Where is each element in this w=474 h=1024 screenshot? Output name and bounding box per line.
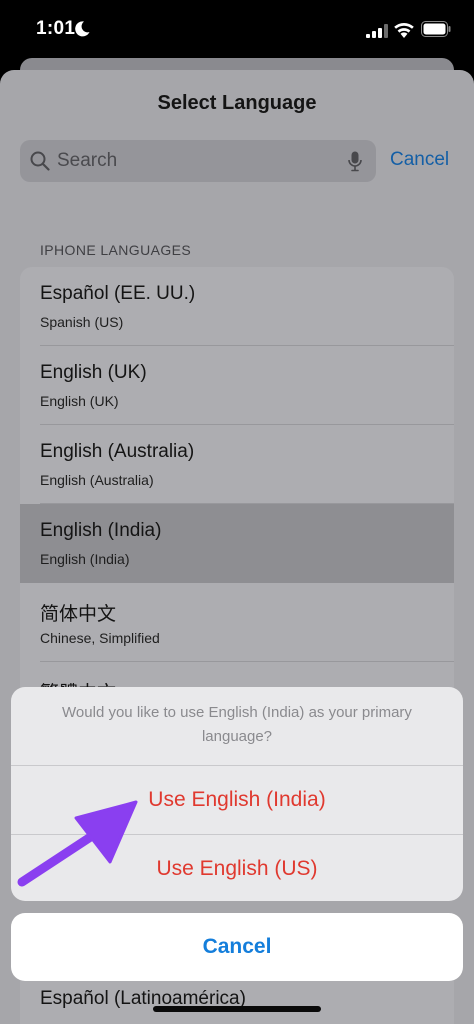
language-row-chinese-simplified[interactable]: 简体中文 Chinese, Simplified: [20, 583, 454, 662]
language-name: English (UK): [40, 362, 147, 383]
battery-icon: [421, 21, 451, 37]
action-sheet-message: Would you like to use English (India) as…: [62, 704, 412, 745]
language-subtitle: Spanish (US): [40, 314, 124, 330]
language-subtitle: English (India): [40, 551, 130, 567]
status-bar: 1:01: [0, 0, 474, 62]
language-row-spanish-latam[interactable]: Español (Latinoamérica): [20, 980, 454, 1024]
search-cancel-button[interactable]: Cancel: [390, 149, 449, 171]
search-bar[interactable]: [20, 140, 376, 182]
language-subtitle: English (UK): [40, 393, 119, 409]
language-name: English (India): [40, 520, 162, 541]
moon-icon: [75, 21, 90, 37]
page-title: Select Language: [157, 92, 317, 114]
section-header: IPHONE LANGUAGES: [40, 242, 192, 258]
language-row-spanish-us[interactable]: Español (EE. UU.) Spanish (US): [20, 267, 454, 346]
home-indicator: [153, 1006, 321, 1012]
status-time: 1:01: [36, 18, 76, 39]
annotation-arrow-icon: [17, 800, 138, 887]
language-name: English (Australia): [40, 441, 195, 462]
language-row-english-uk[interactable]: English (UK) English (UK): [20, 346, 454, 425]
cancel-card: Cancel: [11, 913, 463, 981]
cellular-signal-icon: [366, 24, 388, 38]
language-row-english-australia[interactable]: English (Australia) English (Australia): [20, 425, 454, 504]
language-subtitle: Chinese, Simplified: [40, 630, 160, 646]
language-name: 简体中文: [40, 604, 117, 625]
cancel-button[interactable]: Cancel: [11, 913, 463, 981]
wifi-icon: [394, 22, 414, 38]
language-subtitle: English (Australia): [40, 472, 154, 488]
microphone-icon[interactable]: [348, 151, 362, 172]
language-list: Español (EE. UU.) Spanish (US) English (…: [20, 267, 454, 741]
language-name: Español (EE. UU.): [40, 283, 196, 304]
search-input[interactable]: [57, 140, 347, 182]
search-icon: [30, 151, 50, 171]
language-row-english-india[interactable]: English (India) English (India): [20, 504, 454, 583]
